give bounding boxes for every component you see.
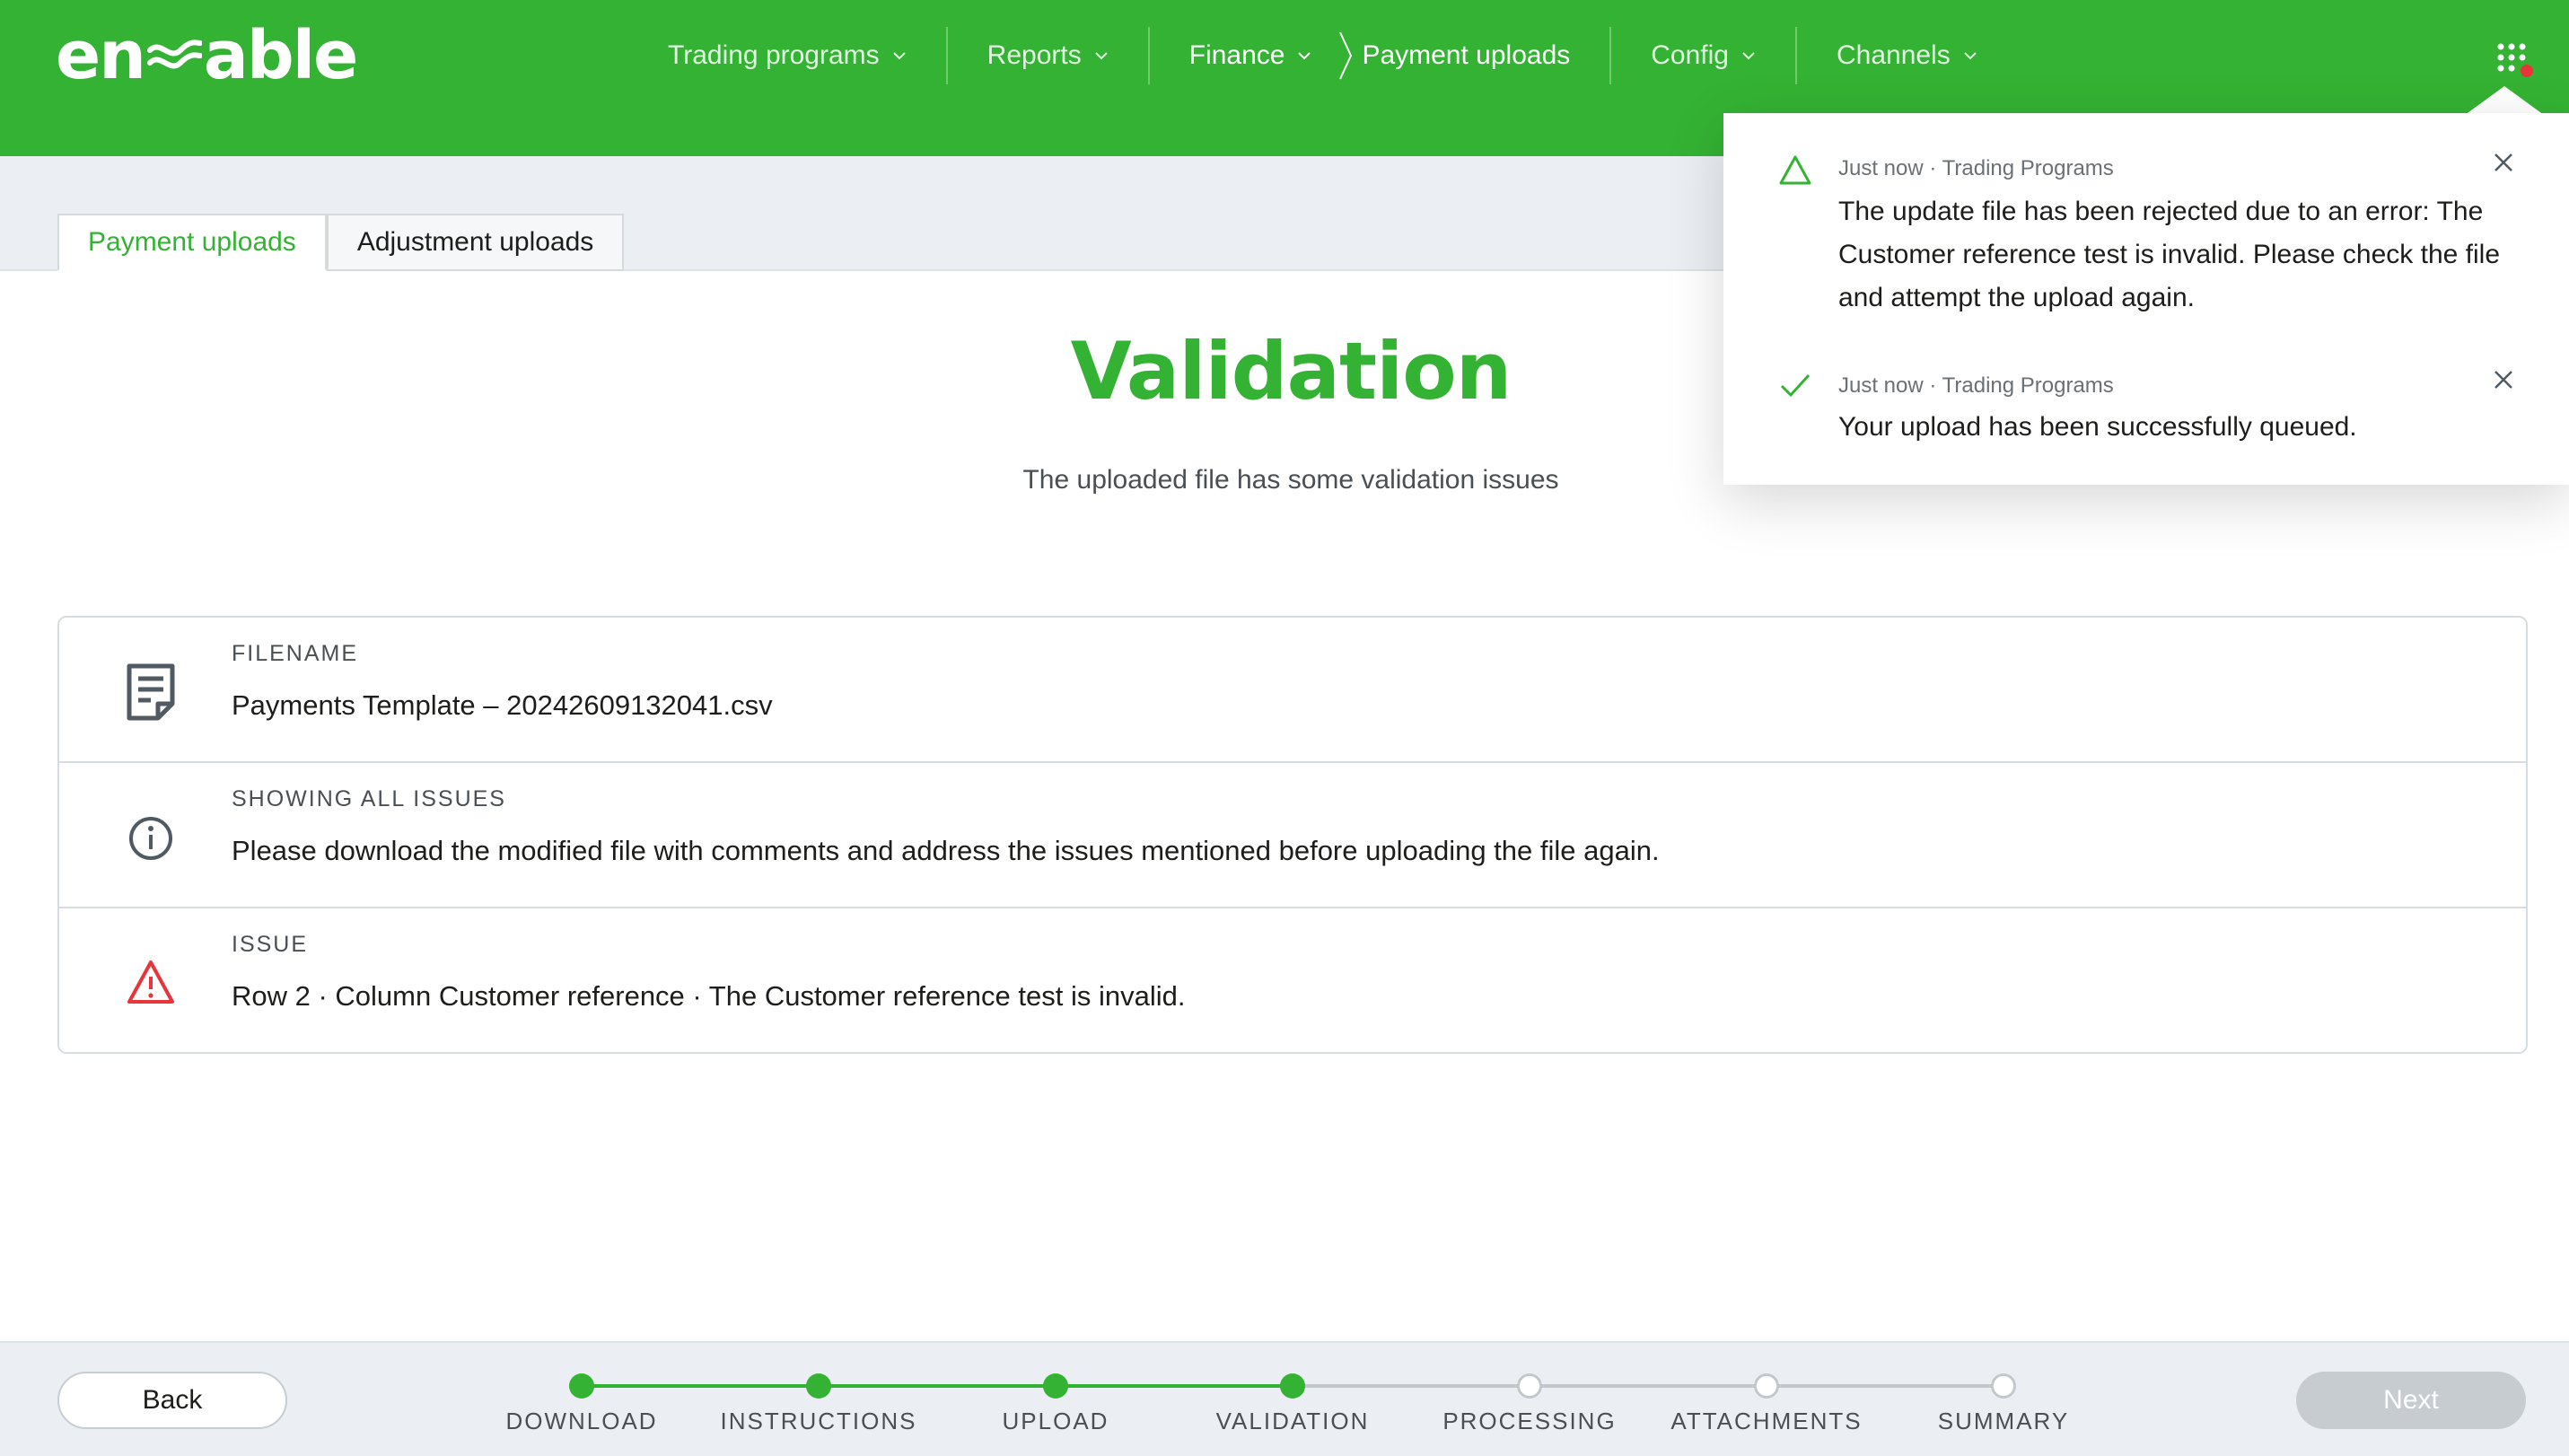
step-dot-processing [1517,1373,1542,1399]
step-label-summary: SUMMARY [1937,1408,2070,1434]
logo-wave-icon [146,39,202,69]
alert-triangle-icon [1779,155,1811,185]
step-dot-attachments [1754,1373,1779,1399]
notification-text: Your upload has been successfully queued… [1838,412,2357,442]
notification-meta: Just now · Trading Programs [1838,373,2114,398]
nav-finance[interactable]: Finance [1150,27,1330,84]
logo-text-en: en [56,17,146,94]
warning-icon [127,960,174,1004]
nav-reports[interactable]: Reports [948,27,1150,84]
progress-stepper: DOWNLOAD INSTRUCTIONS UPLOAD VALIDATION … [0,1341,2569,1456]
upload-tabs: Payment uploads Adjustment uploads [57,214,625,271]
chevron-down-icon [1298,52,1311,60]
nav-reports-label: Reports [986,40,1082,70]
notification-text: The update file has been rejected due to… [1838,197,2501,312]
step-label-instructions: INSTRUCTIONS [720,1408,917,1434]
issues-info-value: Please download the modified file with c… [232,835,1660,866]
enable-logo[interactable]: en able [56,17,358,94]
close-icon[interactable] [2492,151,2515,174]
nav-finance-label: Finance [1188,40,1285,70]
check-icon [1780,373,1811,398]
step-label-processing: PROCESSING [1442,1408,1617,1434]
filename-value: Payments Template – 20242609132041.csv [232,689,773,721]
close-icon[interactable] [2492,368,2515,391]
issues-info-row: SHOWING ALL ISSUES Please download the m… [59,763,2526,908]
next-button[interactable]: Next [2296,1372,2526,1429]
main-nav: Trading programs Reports Finance Payment… [628,18,2017,93]
notification-dot [2521,65,2533,77]
nav-channels[interactable]: Channels [1797,27,2017,84]
issues-info-label: SHOWING ALL ISSUES [232,786,506,811]
chevron-down-icon [1094,52,1108,60]
notification-panel-arrow [2465,86,2544,115]
step-dot-instructions [806,1373,831,1399]
nav-channels-label: Channels [1836,40,1951,70]
chevron-down-icon [1742,52,1755,60]
tab-adjustment-uploads[interactable]: Adjustment uploads [326,214,625,271]
info-icon [129,817,172,860]
file-icon [127,663,175,721]
step-dot-summary [1991,1373,2016,1399]
chevron-down-icon [892,52,906,60]
notification-panel: Just now · Trading Programs The update f… [1723,113,2569,485]
issue-value: Row 2 · Column Customer reference · The … [232,980,1186,1012]
back-button[interactable]: Back [57,1372,287,1429]
logo-text-able: able [203,17,358,94]
step-dot-download [569,1373,594,1399]
step-dot-upload [1043,1373,1068,1399]
stepper-line-pending [1293,1384,2003,1388]
chevron-down-icon [1964,52,1977,60]
tab-payment-uploads[interactable]: Payment uploads [57,214,327,271]
nav-config[interactable]: Config [1611,27,1797,84]
validation-details-card: FILENAME Payments Template – 20242609132… [57,616,2528,1054]
breadcrumb-current: Payment uploads [1362,27,1612,84]
breadcrumb-separator-icon [1339,31,1353,80]
step-label-download: DOWNLOAD [505,1408,658,1434]
nav-trading-programs[interactable]: Trading programs [628,27,948,84]
filename-row: FILENAME Payments Template – 20242609132… [59,618,2526,763]
step-label-upload: UPLOAD [1002,1408,1109,1434]
step-label-attachments: ATTACHMENTS [1670,1408,1863,1434]
issue-label: ISSUE [232,932,309,957]
step-dot-validation [1280,1373,1305,1399]
notification-meta: Just now · Trading Programs [1838,156,2114,180]
step-label-validation: VALIDATION [1215,1408,1370,1434]
nav-config-label: Config [1651,40,1729,70]
stepper-line-complete [582,1384,1293,1388]
issue-row: ISSUE Row 2 · Column Customer reference … [59,908,2526,1054]
nav-trading-programs-label: Trading programs [668,40,880,70]
filename-label: FILENAME [232,641,359,666]
